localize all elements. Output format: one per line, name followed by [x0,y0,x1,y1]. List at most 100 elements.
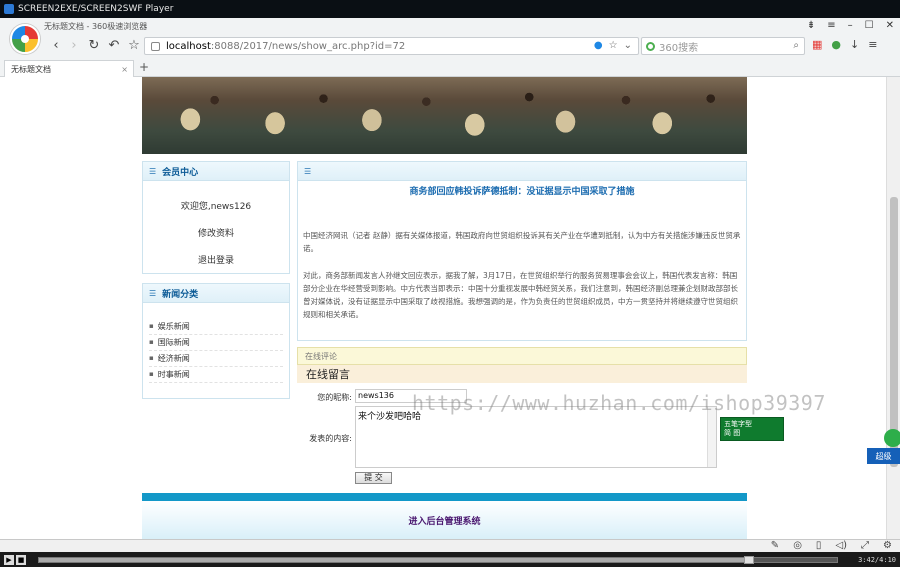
bullet-icon: ▪ [149,354,154,362]
scrollbar-thumb[interactable] [890,197,898,467]
playback-time: 3:42/4:10 [858,556,896,564]
volume-icon[interactable]: ◁) [835,540,847,551]
member-center-title: 会员中心 [162,167,199,178]
category-item[interactable]: ▪ 经济新闻 [149,351,283,367]
progress-knob[interactable] [744,556,755,564]
corner-badge[interactable]: 超级 [867,448,900,464]
browser-logo-icon[interactable] [10,24,40,54]
comment-form-title: 在线留言 [297,365,747,383]
category-label: 国际新闻 [157,338,190,347]
bullet-icon: ▪ [149,338,154,346]
category-item[interactable]: ▪ 娱乐新闻 [149,319,283,335]
menu-icon[interactable]: ≡ [868,38,877,51]
article-header: ☰ [298,162,746,181]
app-icon [4,4,14,14]
address-bar[interactable]: localhost :8088/2017/news/show_arc.php?i… [144,37,639,55]
new-tab-button[interactable]: + [139,60,149,74]
submit-button[interactable]: 提 交 [355,472,392,484]
comment-form: 在线留言 您的昵称: news136 发表的内容: 来个沙发吧哈哈 提 交 [297,365,747,505]
pin-icon[interactable]: ⇟ [807,20,815,31]
forward-arrow-icon[interactable]: › [66,38,82,53]
tab-title: 无标题文档 [11,64,51,74]
bookmark-star-icon[interactable]: ☆ [126,38,142,53]
textarea-scrollbar[interactable] [707,407,716,467]
member-center-panel: ☰ 会员中心 欢迎您,news126 修改资料 退出登录 [142,161,290,274]
bin-icon[interactable]: ▯ [816,540,822,551]
undo-icon[interactable]: ↶ [106,38,122,53]
comment-section-header: 在线评论 [297,347,747,365]
list-icon: ☰ [149,166,157,176]
url-host: localhost [166,40,211,52]
tab-active[interactable]: 无标题文档 × [4,60,134,77]
stop-icon[interactable]: ■ [16,555,26,565]
shield-icon[interactable]: ● [594,40,603,51]
category-item[interactable]: ▪ 时事新闻 [149,367,283,383]
url-path: :8088/2017/news/show_arc.php?id=72 [210,40,406,52]
conference-banner-image [142,77,747,154]
minimize-icon[interactable]: – [848,20,853,31]
fullscreen-icon[interactable]: ⤢ [861,540,869,551]
search-box[interactable]: 360搜索 ⌕ [641,37,805,55]
admin-link[interactable]: 进入后台管理系统 [408,514,480,527]
browser-toolbar: ▦ ● ↓ ≡ [812,38,877,51]
camera-icon[interactable]: ◎ [793,540,802,551]
news-category-header: ☰ 新闻分类 [143,284,289,303]
watermark-text: https://www.huzhan.com/ishop39397 [412,391,826,415]
dropdown-chevron-icon[interactable]: ⌄ [624,40,632,51]
category-label: 经济新闻 [157,354,190,363]
back-arrow-icon[interactable]: ‹ [48,38,64,53]
player-title-bar: SCREEN2EXE/SCREEN2SWF Player [0,0,900,18]
ime-mode: 五笔字型 [724,420,752,428]
content-label: 发表的内容: [309,434,352,443]
page-icon [151,41,160,51]
browser-title: 无标题文档 - 360极速浏览器 [44,22,148,31]
extension-icon[interactable]: ● [831,38,841,51]
apps-grid-icon[interactable]: ▦ [812,38,822,51]
play-icon[interactable]: ▶ [4,555,14,565]
ime-toolbar[interactable]: 五笔字型 简 图 [720,417,784,441]
category-label: 时事新闻 [157,370,190,379]
news-category-title: 新闻分类 [162,289,199,300]
player-title: SCREEN2EXE/SCREEN2SWF Player [18,4,174,14]
download-icon[interactable]: ↓ [850,38,859,51]
footer: 进入后台管理系统 [142,501,747,539]
page-scrollbar[interactable] [886,77,900,539]
search-engine-icon [646,41,655,51]
news-category-panel: ☰ 新闻分类 ▪ 娱乐新闻 ▪ 国际新闻 ▪ 经济新闻 ▪ 时事新闻 [142,283,290,399]
tab-close-icon[interactable]: × [121,65,128,74]
window-controls: ⇟ ≡ – ☐ ✕ [807,20,894,31]
settings-icon[interactable]: ⚙ [883,540,892,551]
timeline: ▶ ■ 3:42/4:10 [0,552,900,567]
progress-fill [39,558,750,562]
article-title: 商务部回应韩投诉萨德抵制：没证据显示中国采取了措施 [409,187,635,197]
assistant-icon[interactable] [884,429,900,447]
list-icon: ☰ [304,166,312,176]
browser-chrome: 无标题文档 - 360极速浏览器 ⇟ ≡ – ☐ ✕ ‹ › ↻ ↶ ☆ loc… [0,18,900,77]
search-icon[interactable]: ⌕ [793,40,799,51]
comment-textarea[interactable]: 来个沙发吧哈哈 [355,406,717,468]
close-icon[interactable]: ✕ [886,20,894,31]
comment-section-label: 在线评论 [305,351,337,361]
menu-lines-icon[interactable]: ≡ [827,20,835,31]
ime-mode-secondary: 简 图 [724,429,741,437]
favorite-star-icon[interactable]: ☆ [609,40,618,51]
nickname-label: 您的昵称: [317,393,352,402]
category-item[interactable]: ▪ 国际新闻 [149,335,283,351]
player-controls: ✎ ◎ ▯ ◁) ⤢ ⚙ ▶ ■ 3:42/4:10 [0,539,900,567]
welcome-text: 欢迎您,news126 [180,202,252,212]
progress-track[interactable] [38,556,838,564]
logout-link[interactable]: 退出登录 [143,253,289,266]
pin-icon[interactable]: ✎ [771,540,779,551]
search-placeholder: 360搜索 [659,42,699,54]
address-bar-icons: ● ☆ ⌄ [594,40,632,51]
maximize-icon[interactable]: ☐ [865,20,874,31]
reload-icon[interactable]: ↻ [86,38,102,53]
bullet-icon: ▪ [149,370,154,378]
member-center-header: ☰ 会员中心 [143,162,289,181]
footer-bar [142,493,747,501]
category-list: ▪ 娱乐新闻 ▪ 国际新闻 ▪ 经济新闻 ▪ 时事新闻 [143,303,289,383]
player-icon-row: ✎ ◎ ▯ ◁) ⤢ ⚙ [771,540,892,551]
page-viewport: ☰ 会员中心 欢迎您,news126 修改资料 退出登录 ☰ 新闻分类 ▪ 娱乐新… [0,77,886,539]
category-label: 娱乐新闻 [157,322,190,331]
modify-profile-link[interactable]: 修改资料 [143,226,289,239]
